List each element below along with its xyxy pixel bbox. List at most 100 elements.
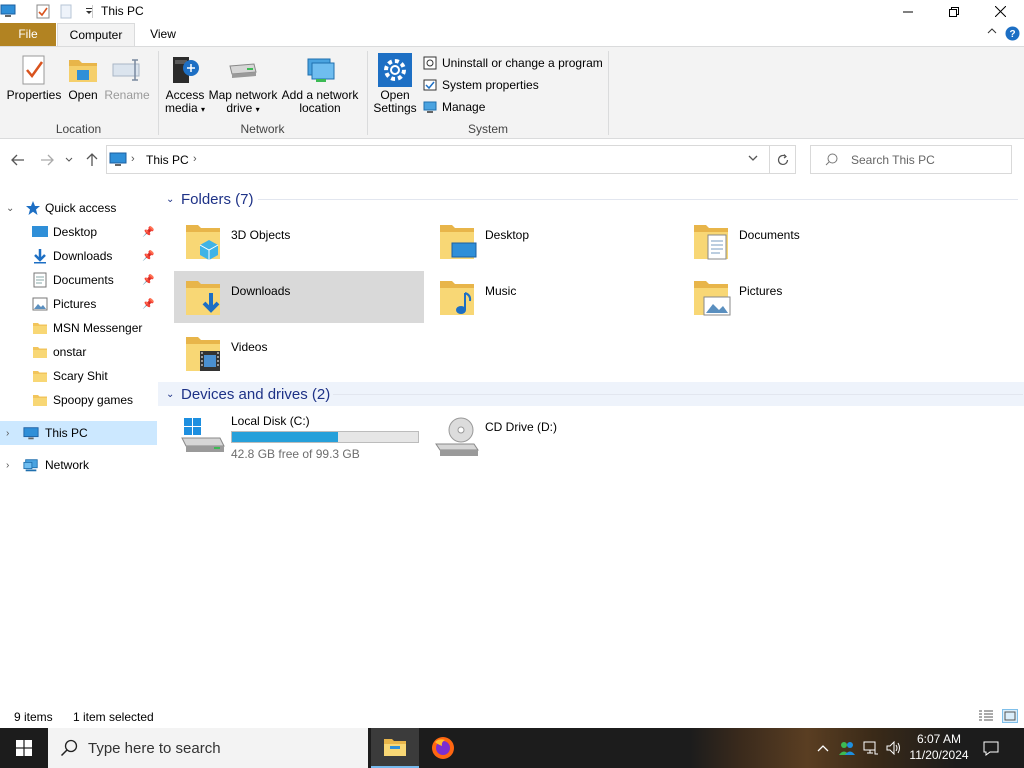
open-button[interactable]: Open <box>64 53 102 102</box>
properties-button[interactable]: Properties <box>6 53 62 102</box>
tab-view[interactable]: View <box>135 23 191 46</box>
sidebar-item-label: This PC <box>45 426 88 440</box>
folder-videos[interactable]: Videos <box>174 327 424 379</box>
pictures-icon <box>32 296 48 312</box>
sidebar-item-this-pc[interactable]: › This PC <box>0 421 157 445</box>
star-icon <box>25 200 41 216</box>
sidebar-item-pictures[interactable]: Pictures 📌 <box>0 292 157 316</box>
tab-file[interactable]: File <box>0 23 56 46</box>
taskbar-search-box[interactable]: Type here to search <box>48 728 368 768</box>
sidebar-item-msn-messenger[interactable]: MSN Messenger <box>0 316 157 340</box>
taskbar-search-input[interactable]: Type here to search <box>88 740 221 757</box>
up-button[interactable] <box>82 151 102 169</box>
breadcrumb-this-pc[interactable]: This PC <box>146 153 189 167</box>
recent-locations-dropdown[interactable] <box>62 151 76 169</box>
settings-gear-icon <box>378 53 412 87</box>
open-settings-button[interactable]: Open Settings <box>372 53 418 115</box>
start-button[interactable] <box>0 728 48 768</box>
pin-icon: 📌 <box>142 298 155 310</box>
videos-folder-icon <box>184 331 224 375</box>
qat-customize-dropdown-icon[interactable] <box>81 3 97 19</box>
search-input[interactable]: Search This PC <box>851 153 935 167</box>
downloads-folder-icon <box>184 275 224 319</box>
volume-icon[interactable] <box>883 728 905 768</box>
map-network-drive-button[interactable]: Map network drive ▾ <box>208 53 278 116</box>
network-icon <box>23 457 39 473</box>
drive-cd-d[interactable]: CD Drive (D:) <box>428 410 678 470</box>
uninstall-program-button[interactable]: Uninstall or change a program <box>422 54 603 72</box>
expand-chevron-icon[interactable]: › <box>6 428 16 439</box>
manage-button[interactable]: Manage <box>422 98 485 116</box>
properties-qat-icon[interactable] <box>35 3 51 19</box>
refresh-button[interactable] <box>769 146 796 173</box>
address-history-dropdown[interactable] <box>747 152 763 168</box>
network-group-label: Network <box>240 122 285 136</box>
content-area: ⌄ Folders (7) 3D Objects Desktop Documen… <box>158 184 1024 704</box>
rename-label: Rename <box>104 88 150 102</box>
access-media-button[interactable]: Access media ▾ <box>162 53 208 116</box>
manage-icon <box>422 99 438 115</box>
messenger-tray-icon[interactable] <box>836 728 858 768</box>
help-icon[interactable]: ? <box>1005 26 1020 44</box>
breadcrumb-chevron-icon[interactable]: › <box>131 153 135 165</box>
forward-button[interactable] <box>37 151 57 169</box>
sidebar-item-documents[interactable]: Documents 📌 <box>0 268 157 292</box>
show-hidden-icons-chevron-icon[interactable] <box>814 728 832 768</box>
sidebar-item-label: Pictures <box>53 297 97 311</box>
system-group: Open Settings Uninstall or change a progr… <box>368 47 608 139</box>
search-box[interactable]: Search This PC <box>810 145 1012 174</box>
folder-name: Desktop <box>485 228 530 242</box>
folder-downloads[interactable]: Downloads <box>174 271 424 323</box>
breadcrumb-chevron-icon[interactable]: › <box>193 153 197 165</box>
open-folder-icon <box>66 53 100 87</box>
folders-section-header[interactable]: ⌄ Folders (7) <box>158 187 1024 211</box>
expand-chevron-icon[interactable]: › <box>6 460 16 471</box>
folder-pictures[interactable]: Pictures <box>682 271 932 323</box>
quick-access-item[interactable]: ⌄ Quick access <box>0 196 157 220</box>
rename-button[interactable]: Rename <box>104 53 150 102</box>
firefox-taskbar-button[interactable] <box>419 728 467 768</box>
file-explorer-icon <box>384 739 406 756</box>
back-button[interactable] <box>8 151 28 169</box>
desktop-folder-icon <box>438 219 478 263</box>
firefox-icon <box>432 737 454 759</box>
drive-local-disk-c[interactable]: Local Disk (C:) 42.8 GB free of 99.3 GB <box>174 410 424 470</box>
collapse-chevron-icon[interactable]: ⌄ <box>166 194 174 205</box>
collapse-chevron-icon[interactable]: ⌄ <box>6 203 16 214</box>
sidebar-item-network[interactable]: › Network <box>0 453 157 477</box>
folder-desktop[interactable]: Desktop <box>428 215 678 267</box>
map-network-drive-label: Map network drive ▾ <box>208 88 278 115</box>
sidebar-item-scary-shit[interactable]: Scary Shit <box>0 364 157 388</box>
sidebar-item-desktop[interactable]: Desktop 📌 <box>0 220 157 244</box>
devices-section-header[interactable]: ⌄ Devices and drives (2) <box>158 382 1024 406</box>
this-pc-icon[interactable] <box>0 3 16 19</box>
large-icons-view-icon[interactable] <box>1002 709 1018 723</box>
sidebar-item-spoopy-games[interactable]: Spoopy games <box>0 388 157 412</box>
address-bar[interactable]: › This PC › <box>106 145 796 174</box>
close-button[interactable] <box>977 0 1023 23</box>
system-clock[interactable]: 6:07 AM 11/20/2024 <box>905 731 973 763</box>
notifications-icon[interactable] <box>978 728 1004 768</box>
folder-documents[interactable]: Documents <box>682 215 932 267</box>
network-tray-icon[interactable] <box>860 728 882 768</box>
details-view-icon[interactable] <box>978 709 994 723</box>
sidebar-item-downloads[interactable]: Downloads 📌 <box>0 244 157 268</box>
folder-3d-objects[interactable]: 3D Objects <box>174 215 424 267</box>
new-folder-qat-icon[interactable] <box>58 3 74 19</box>
add-network-location-button[interactable]: Add a network location <box>280 53 360 115</box>
ribbon-divider <box>608 51 609 135</box>
navigation-row: › This PC › Search This PC <box>0 140 1024 178</box>
disk-usage-fill <box>232 432 338 442</box>
folder-music[interactable]: Music <box>428 271 678 323</box>
expand-ribbon-button[interactable] <box>987 26 997 36</box>
collapse-chevron-icon[interactable]: ⌄ <box>166 389 174 400</box>
system-properties-button[interactable]: System properties <box>422 76 539 94</box>
uninstall-label: Uninstall or change a program <box>442 56 603 70</box>
file-explorer-taskbar-button[interactable] <box>371 728 419 768</box>
clock-time: 6:07 AM <box>916 732 962 746</box>
quick-access-toolbar <box>0 2 97 20</box>
maximize-button[interactable] <box>931 0 977 23</box>
sidebar-item-onstar[interactable]: onstar <box>0 340 157 364</box>
tab-computer[interactable]: Computer <box>57 23 135 47</box>
minimize-button[interactable] <box>885 0 931 23</box>
